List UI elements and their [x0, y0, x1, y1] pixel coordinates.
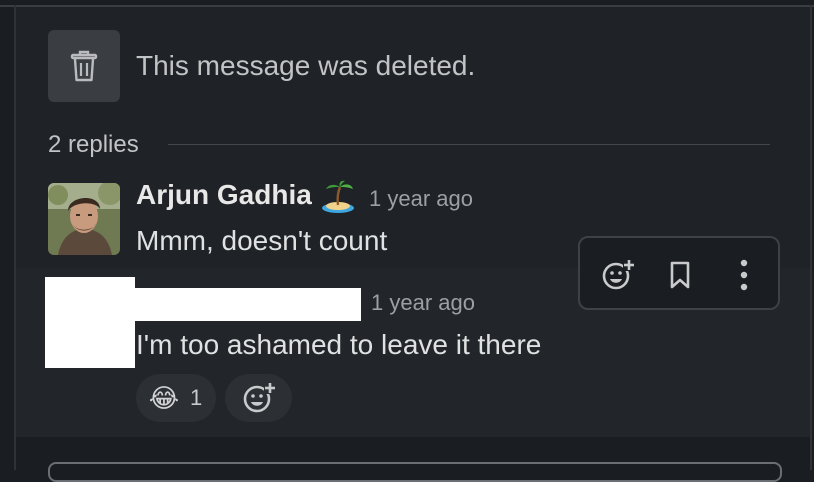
message-actions-toolbar	[578, 236, 780, 310]
redacted-avatar	[45, 277, 135, 368]
reply-message-text: I'm too ashamed to leave it there	[136, 329, 542, 360]
top-divider	[0, 5, 814, 7]
thread-view: This message was deleted. 2 replies Arju…	[0, 0, 814, 482]
add-reaction-button[interactable]	[225, 374, 292, 422]
add-reaction-toolbar-button[interactable]	[598, 255, 638, 295]
more-actions-button[interactable]	[724, 255, 764, 295]
replies-count-link[interactable]: 2 replies	[48, 131, 139, 159]
reply-author-name[interactable]: Arjun Gadhia	[136, 179, 312, 211]
desert-island-icon[interactable]	[320, 180, 356, 214]
reply-message-text: Mmm, doesn't count	[136, 225, 388, 256]
reaction-pill[interactable]: 😂 1	[136, 374, 216, 422]
save-for-later-button[interactable]	[660, 255, 700, 295]
reply-timestamp[interactable]: 1 year ago	[369, 186, 473, 212]
deleted-message-text: This message was deleted.	[136, 50, 476, 81]
deleted-message-avatar	[48, 30, 120, 102]
more-actions-icon	[740, 259, 748, 291]
add-reaction-icon	[602, 259, 635, 290]
add-reaction-icon	[243, 382, 276, 413]
right-divider	[810, 5, 812, 470]
replies-divider	[168, 144, 770, 145]
avatar[interactable]	[48, 183, 120, 255]
trash-icon	[70, 50, 98, 82]
redacted-author-name	[135, 288, 361, 321]
bookmark-icon	[670, 261, 690, 289]
reply-timestamp[interactable]: 1 year ago	[371, 290, 475, 316]
reply-composer[interactable]	[48, 462, 782, 482]
joy-emoji-icon: 😂	[148, 383, 180, 413]
reaction-count: 1	[190, 385, 203, 410]
